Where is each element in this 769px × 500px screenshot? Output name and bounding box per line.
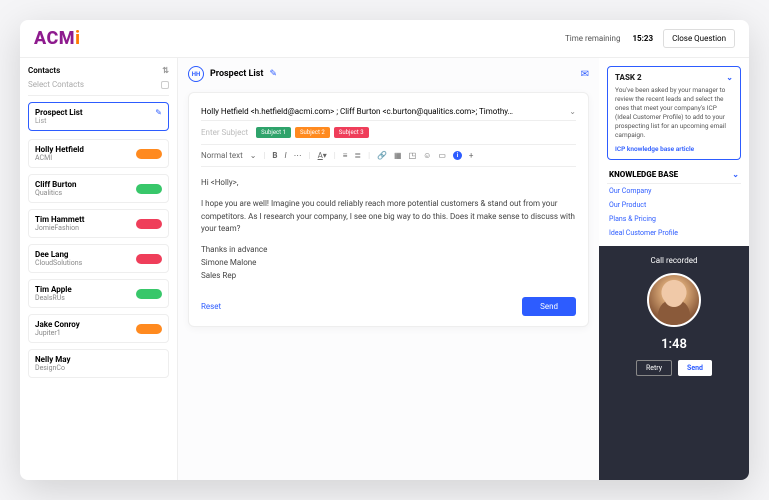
mail-icon[interactable]: ✉ — [581, 69, 589, 80]
sidebar: Contacts ⇅ Select Contacts ✎ Prospect Li… — [20, 58, 178, 480]
contact-company: DesignCo — [35, 364, 162, 372]
link-button[interactable]: 🔗 — [377, 151, 387, 160]
strike-button[interactable]: ⋯ — [294, 151, 302, 160]
emoji-button[interactable]: ☺ — [423, 151, 431, 160]
filter-icon[interactable]: ⇅ — [162, 66, 169, 75]
breadcrumb: HH Prospect List ✎ ✉ — [188, 66, 589, 82]
format-select[interactable]: Normal text — [201, 151, 243, 160]
task-title: TASK 2 — [615, 73, 642, 82]
contact-card[interactable]: Jake ConroyJupiter1 — [28, 314, 169, 343]
recipients-field[interactable]: Holly Hetfield <h.hetfield@acmi.com> ; C… — [201, 103, 576, 121]
status-pill — [136, 184, 162, 194]
kb-header[interactable]: KNOWLEDGE BASE ⌄ — [607, 166, 741, 184]
compose-card: Holly Hetfield <h.hetfield@acmi.com> ; C… — [188, 92, 589, 327]
list-ul-button[interactable]: ≡ — [343, 151, 348, 160]
contact-card[interactable]: Tim AppleDealsRUs — [28, 279, 169, 308]
knowledge-base: KNOWLEDGE BASE ⌄ Our CompanyOur ProductP… — [607, 166, 741, 240]
reset-button[interactable]: Reset — [201, 302, 221, 311]
right-panel: TASK 2 ⌄ You've been asked by your manag… — [599, 58, 749, 480]
time-remaining-value: 15:23 — [632, 34, 653, 43]
sidebar-header: Contacts ⇅ — [28, 64, 169, 77]
more-button[interactable]: + — [469, 151, 474, 160]
topbar: ACMi Time remaining 15:23 Close Question — [20, 20, 749, 58]
edit-icon[interactable]: ✎ — [269, 69, 277, 79]
image-button[interactable]: ▦ — [394, 151, 402, 160]
subject-row[interactable]: Enter Subject Subject 1 Subject 2 Subjec… — [201, 121, 576, 145]
prospect-list-sub: List — [35, 117, 162, 125]
sig-line-2: Simone Malone — [201, 257, 576, 270]
chevron-down-icon[interactable]: ⌄ — [250, 151, 257, 160]
chevron-down-icon[interactable]: ⌄ — [732, 170, 739, 179]
status-pill — [136, 254, 162, 264]
sig-line-1: Thanks in advance — [201, 244, 576, 257]
contact-card[interactable]: Cliff BurtonQualitics — [28, 174, 169, 203]
task-header[interactable]: TASK 2 ⌄ — [615, 73, 733, 82]
close-question-button[interactable]: Close Question — [663, 29, 735, 48]
edit-icon[interactable]: ✎ — [155, 108, 162, 117]
sidebar-title: Contacts — [28, 66, 60, 75]
chevron-down-icon[interactable]: ⌄ — [726, 73, 733, 82]
kb-item[interactable]: Our Company — [607, 184, 741, 198]
prospect-list-card[interactable]: ✎ Prospect List List — [28, 102, 169, 131]
contact-card[interactable]: Nelly MayDesignCo — [28, 349, 169, 378]
subject-tag-3[interactable]: Subject 3 — [334, 127, 369, 138]
select-contacts-row[interactable]: Select Contacts — [28, 77, 169, 96]
bold-button[interactable]: B — [272, 151, 277, 160]
call-actions: Retry Send — [636, 360, 712, 376]
status-pill — [136, 289, 162, 299]
text-color-button[interactable]: A▾ — [318, 151, 327, 160]
subject-placeholder: Enter Subject — [201, 128, 248, 137]
kb-title: KNOWLEDGE BASE — [609, 170, 678, 179]
greeting: Hi <Holly>, — [201, 177, 576, 190]
attach-button[interactable]: ◳ — [409, 151, 417, 160]
call-title: Call recorded — [651, 256, 698, 265]
app-window: ACMi Time remaining 15:23 Close Question… — [20, 20, 749, 480]
email-body[interactable]: Hi <Holly>, I hope you are well! Imagine… — [201, 167, 576, 289]
retry-button[interactable]: Retry — [636, 360, 672, 376]
time-remaining-label: Time remaining — [565, 34, 620, 43]
kb-item[interactable]: Our Product — [607, 198, 741, 212]
status-pill — [136, 149, 162, 159]
task-card: TASK 2 ⌄ You've been asked by your manag… — [607, 66, 741, 160]
select-contacts-label: Select Contacts — [28, 80, 84, 89]
main-panel: HH Prospect List ✎ ✉ Holly Hetfield <h.h… — [178, 58, 599, 480]
status-pill — [136, 324, 162, 334]
sig-line-3: Sales Rep — [201, 270, 576, 283]
kb-item[interactable]: Plans & Pricing — [607, 212, 741, 226]
contact-card[interactable]: Holly HetfieldACMI — [28, 139, 169, 168]
list-ol-button[interactable]: ≣ — [354, 151, 361, 160]
subject-tag-1[interactable]: Subject 1 — [256, 127, 291, 138]
prospect-list-title: Prospect List — [35, 108, 162, 117]
italic-button[interactable]: I — [285, 151, 287, 160]
brand-logo: ACMi — [34, 28, 80, 49]
body-para: I hope you are well! Imagine you could r… — [201, 198, 576, 236]
contact-card[interactable]: Dee LangCloudSolutions — [28, 244, 169, 273]
task-link[interactable]: ICP knowledge base article — [615, 145, 733, 153]
select-all-checkbox[interactable] — [161, 81, 169, 89]
subject-tag-2[interactable]: Subject 2 — [295, 127, 330, 138]
call-duration: 1:48 — [661, 337, 687, 352]
info-icon[interactable]: i — [453, 151, 462, 160]
send-button[interactable]: Send — [522, 297, 576, 316]
code-button[interactable]: ▭ — [438, 151, 446, 160]
call-panel: Call recorded 1:48 Retry Send — [599, 246, 749, 480]
avatar-badge: HH — [188, 66, 204, 82]
caller-avatar — [647, 273, 701, 327]
kb-item[interactable]: Ideal Customer Profile — [607, 226, 741, 240]
recipients-text: Holly Hetfield <h.hetfield@acmi.com> ; C… — [201, 107, 513, 116]
task-body: You've been asked by your manager to rev… — [615, 86, 733, 141]
call-send-button[interactable]: Send — [678, 360, 712, 376]
compose-actions: Reset Send — [201, 289, 576, 316]
breadcrumb-title: Prospect List — [210, 69, 263, 79]
status-pill — [136, 219, 162, 229]
contact-name: Nelly May — [35, 355, 162, 364]
contact-card[interactable]: Tim HammettJomieFashion — [28, 209, 169, 238]
body: Contacts ⇅ Select Contacts ✎ Prospect Li… — [20, 58, 749, 480]
editor-toolbar: Normal text⌄ | B I ⋯ | A▾ | ≡ ≣ | 🔗 ▦ ◳ … — [201, 145, 576, 167]
chevron-down-icon[interactable]: ⌄ — [569, 107, 576, 116]
